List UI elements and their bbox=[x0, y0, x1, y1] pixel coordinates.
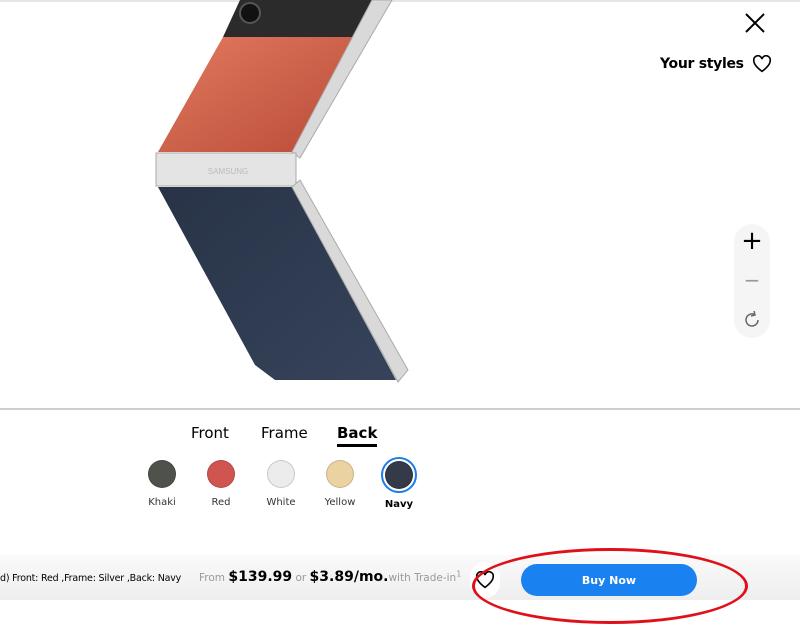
buy-now-button[interactable]: Buy Now bbox=[521, 564, 697, 596]
swatch-color bbox=[326, 460, 354, 488]
zoom-out-button[interactable]: − bbox=[734, 268, 770, 292]
wishlist-button[interactable] bbox=[470, 562, 500, 598]
price-info: From $139.99 or $3.89/mo.with Trade-in1 bbox=[199, 569, 461, 585]
swatch-label: Navy bbox=[384, 499, 414, 510]
your-styles-button[interactable]: Your styles bbox=[660, 55, 772, 73]
footnote-link[interactable]: 1 bbox=[456, 570, 461, 579]
trade-in-label: with Trade-in bbox=[388, 572, 457, 584]
selected-ring bbox=[381, 457, 417, 493]
rotate-icon bbox=[745, 310, 759, 327]
zoom-controls: + − bbox=[734, 224, 770, 338]
tab-back[interactable]: Back bbox=[337, 424, 378, 447]
close-button[interactable] bbox=[742, 10, 768, 36]
brand-logo: SAMSUNG bbox=[208, 167, 248, 176]
swatch-label: Yellow bbox=[324, 497, 356, 508]
price-or: or bbox=[292, 572, 310, 584]
selection-summary: d) Front: Red ,Frame: Silver ,Back: Navy bbox=[0, 573, 182, 584]
swatch-color bbox=[267, 460, 295, 488]
monthly-price: $3.89/mo. bbox=[309, 569, 389, 585]
swatch-color bbox=[207, 460, 235, 488]
price: $139.99 bbox=[228, 569, 293, 585]
swatch-label: Red bbox=[211, 497, 231, 508]
swatch-red[interactable]: Red bbox=[191, 460, 251, 508]
swatch-label: White bbox=[266, 497, 296, 508]
heart-outline-icon bbox=[752, 55, 771, 73]
phone-back-panel bbox=[158, 187, 396, 380]
rotate-button[interactable] bbox=[734, 310, 770, 334]
swatch-navy[interactable]: Navy bbox=[369, 457, 429, 510]
your-styles-label: Your styles bbox=[660, 56, 744, 72]
tab-front[interactable]: Front bbox=[191, 424, 229, 442]
swatch-khaki[interactable]: Khaki bbox=[132, 460, 192, 508]
swatch-white[interactable]: White bbox=[251, 460, 311, 508]
swatch-yellow[interactable]: Yellow bbox=[310, 460, 370, 508]
zoom-in-button[interactable]: + bbox=[734, 226, 770, 256]
divider bbox=[0, 408, 800, 410]
swatch-label: Khaki bbox=[148, 497, 176, 508]
swatch-color bbox=[385, 461, 413, 489]
heart-outline-icon bbox=[475, 571, 495, 589]
tab-frame[interactable]: Frame bbox=[261, 424, 308, 442]
swatch-color bbox=[148, 460, 176, 488]
camera-lens-icon bbox=[239, 2, 261, 24]
close-icon bbox=[745, 13, 765, 33]
price-from: From bbox=[199, 572, 229, 584]
